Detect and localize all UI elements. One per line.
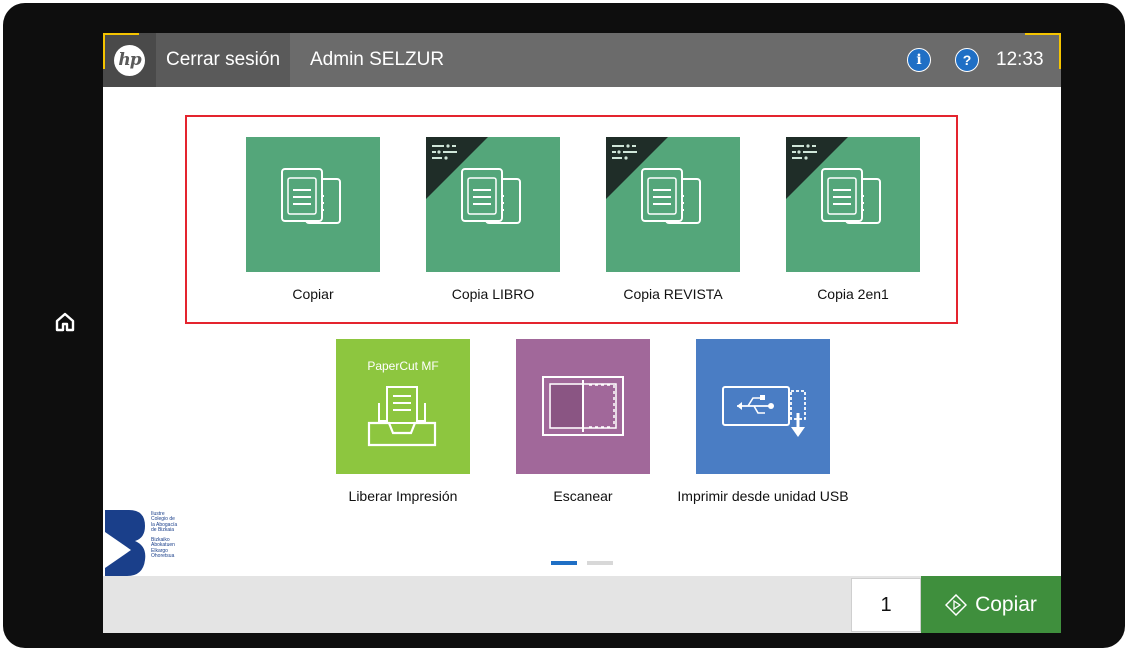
top-bar: hp Cerrar sesión Admin SELZUR i ? 12:33 — [103, 33, 1061, 87]
scan-icon — [542, 376, 624, 436]
page-dot[interactable] — [587, 561, 613, 565]
tile-face — [246, 137, 380, 272]
logo-b-mark — [105, 510, 146, 576]
tile-face — [696, 339, 830, 474]
logo-caption-line: de Bizkaia — [151, 527, 175, 534]
start-copy-label: Copiar — [975, 592, 1037, 616]
app-tile-copia-revista[interactable]: Copia REVISTA — [606, 137, 740, 302]
institution-logo: Ilustre Colegio de la Abogacía de Bizkai… — [103, 508, 203, 578]
info-icon: i — [916, 52, 922, 68]
logo-caption-spanish: Ilustre Colegio de la Abogacía de Bizkai… — [151, 511, 203, 534]
signed-in-user: Admin SELZUR — [310, 49, 445, 70]
usb-print-icon — [722, 386, 806, 437]
app-tile-copiar[interactable]: Copiar — [246, 137, 380, 302]
home-button[interactable] — [48, 305, 82, 339]
copy-icon — [821, 168, 881, 224]
start-icon — [945, 593, 968, 616]
app-tile-copia-2en1[interactable]: Copia 2en1 — [786, 137, 920, 302]
app-tile-imprimir-usb[interactable]: Imprimir desde unidad USB — [677, 339, 849, 504]
logout-button[interactable]: Cerrar sesión — [156, 33, 291, 87]
page-dot-active[interactable] — [551, 561, 577, 565]
start-copy-button[interactable]: Copiar — [921, 576, 1061, 633]
home-icon — [55, 312, 75, 332]
info-button[interactable]: i — [907, 48, 931, 72]
app-tile-escanear[interactable]: Escanear — [516, 339, 650, 504]
tile-face — [786, 137, 920, 272]
copy-icon — [641, 168, 701, 224]
logo-caption-line: Ohoretsua — [151, 553, 175, 560]
papercut-brand: PaperCut MF — [367, 359, 439, 373]
copy-icon — [281, 168, 341, 224]
tile-face — [516, 339, 650, 474]
corner-mark-top-right — [1025, 33, 1061, 69]
copies-count-field[interactable]: 1 — [851, 578, 921, 632]
help-icon: ? — [962, 52, 972, 68]
help-button[interactable]: ? — [955, 48, 979, 72]
app-tile-liberar-impresion[interactable]: PaperCut MF Liberar Impresión — [336, 339, 470, 504]
release-print-icon — [367, 386, 437, 447]
tile-label: Imprimir desde unidad USB — [677, 488, 849, 504]
copy-icon — [461, 168, 521, 224]
tile-face — [606, 137, 740, 272]
app-tile-copia-libro[interactable]: Copia LIBRO — [426, 137, 560, 302]
logo-caption-basque: Bizkaiko Abokatuen Elkargo Ohoretsua — [151, 537, 203, 560]
tile-face: PaperCut MF — [336, 339, 470, 474]
tile-face — [426, 137, 560, 272]
control-panel-screen: hp Cerrar sesión Admin SELZUR i ? 12:33 — [103, 33, 1061, 633]
corner-mark-top-left — [103, 33, 139, 69]
tile-label: Copia 2en1 — [817, 286, 889, 302]
